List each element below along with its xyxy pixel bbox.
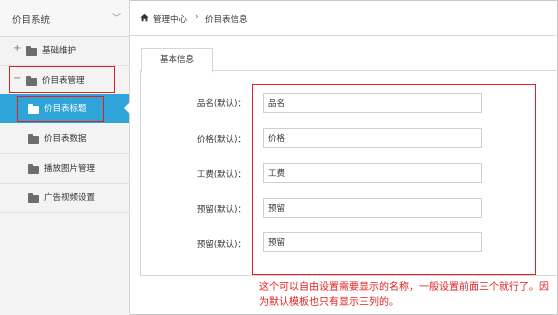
sidebar-item-price-list-data[interactable]: 价目表数据 <box>0 124 129 154</box>
sidebar-title: 价目系统 <box>12 15 51 26</box>
expand-icon[interactable]: + <box>13 43 21 54</box>
sidebar-item-label: 基础维护 <box>42 46 77 56</box>
active-pointer-icon <box>124 102 130 114</box>
chevron-down-icon[interactable]: ﹀ <box>112 11 121 24</box>
highlight-box-title <box>17 96 104 122</box>
sidebar-item-image-playback[interactable]: 播放图片管理 <box>0 154 129 184</box>
field-label-reserved-1: 预留(默认)： <box>196 205 246 215</box>
field-label-name: 品名(默认)： <box>196 99 246 109</box>
folder-icon <box>28 193 39 203</box>
annotation-note: 这个可以自由设置需要显示的名称，一般设置前面三个就行了。因为默认模板也只有显示三… <box>259 282 549 308</box>
sidebar-item-ad-video[interactable]: 广告视频设置 <box>0 183 129 213</box>
sidebar-item-basic-maintenance[interactable]: + 基础维护 <box>0 36 129 66</box>
highlight-box-management <box>9 66 115 93</box>
breadcrumb-current: 价目表信息 <box>205 15 248 25</box>
breadcrumb-home[interactable]: 管理中心 <box>153 13 187 25</box>
sidebar-item-label: 广告视频设置 <box>44 193 96 203</box>
home-icon[interactable] <box>140 13 149 22</box>
field-label-reserved-2: 预留(默认)： <box>196 240 246 250</box>
sidebar-item-label: 价目表数据 <box>44 134 87 144</box>
folder-icon <box>28 134 39 144</box>
field-label-labor: 工费(默认)： <box>196 170 246 180</box>
field-label-price: 价格(默认)： <box>196 135 246 145</box>
sidebar-header[interactable]: 价目系统 ﹀ <box>0 0 129 37</box>
header-divider <box>130 35 556 36</box>
folder-icon <box>28 164 39 174</box>
folder-icon <box>26 46 37 56</box>
sidebar-item-label: 播放图片管理 <box>44 164 96 174</box>
sidebar: 价目系统 ﹀ + 基础维护 − 价目表管理 价目表标题 价目表数据 播放图片管理… <box>0 0 130 315</box>
breadcrumb-separator: › <box>195 12 199 22</box>
tab-basic-info[interactable]: 基本信息 <box>141 48 213 73</box>
highlight-box-fields <box>252 84 536 275</box>
